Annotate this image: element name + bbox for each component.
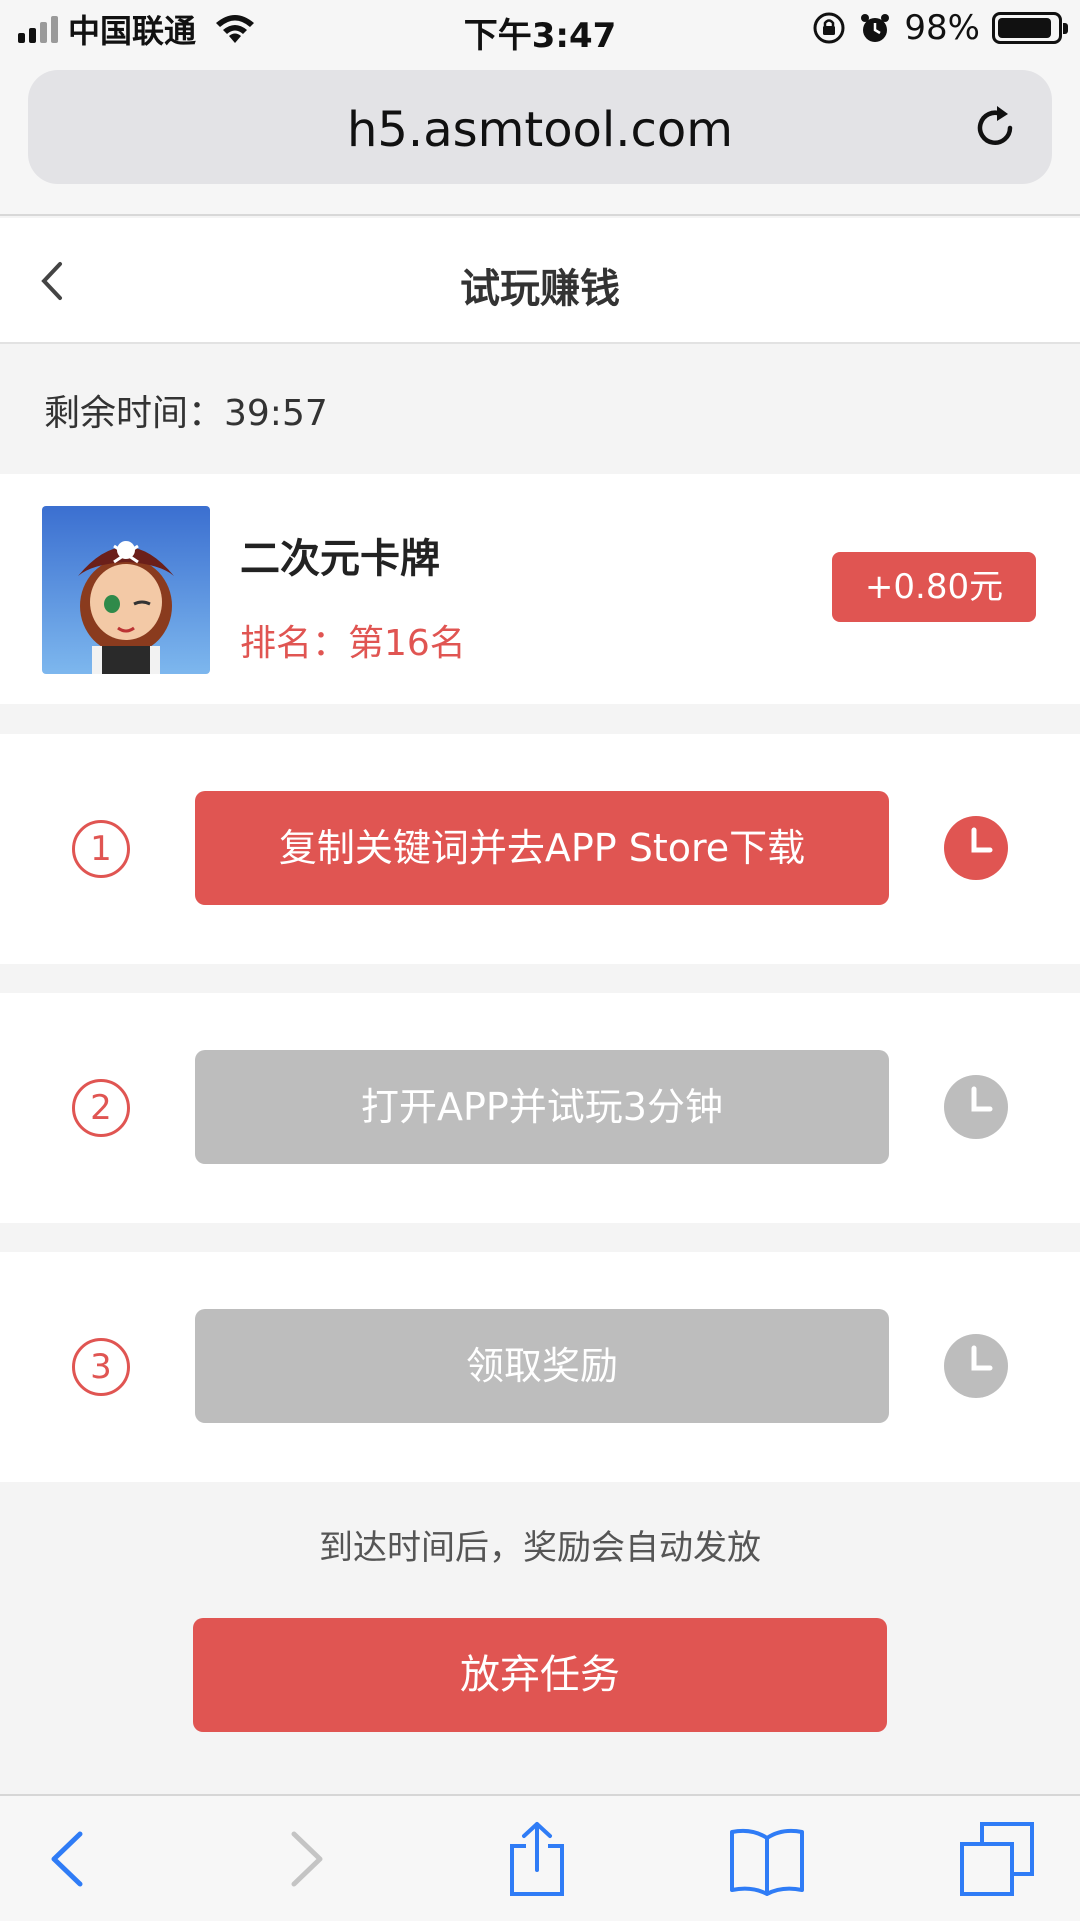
remaining-time-label: 剩余时间：39:57 [44, 393, 328, 434]
claim-reward-button[interactable]: 领取奖励 [195, 1309, 889, 1423]
browser-url-area: h5.asmtool.com [0, 60, 1080, 216]
share-icon[interactable] [498, 1820, 576, 1898]
step-row-3: 3 领取奖励 [0, 1252, 1080, 1482]
step-number: 1 [72, 820, 130, 878]
reward-badge: +0.80元 [832, 552, 1036, 622]
clock-icon [944, 1334, 1008, 1398]
status-bar: 中国联通 下午3:47 98% [0, 0, 1080, 60]
alarm-icon [861, 14, 890, 42]
open-app-trial-button[interactable]: 打开APP并试玩3分钟 [195, 1050, 889, 1164]
bookmarks-icon[interactable] [728, 1820, 806, 1898]
address-bar[interactable]: h5.asmtool.com [28, 70, 1052, 184]
abandon-task-button[interactable]: 放弃任务 [193, 1618, 887, 1732]
step-row-2: 2 打开APP并试玩3分钟 [0, 993, 1080, 1223]
game-card: 二次元卡牌 排名：第16名 +0.80元 [0, 474, 1080, 704]
game-rank: 排名：第16名 [240, 623, 466, 664]
orientation-lock-icon [813, 12, 845, 44]
copy-keyword-download-button[interactable]: 复制关键词并去APP Store下载 [195, 791, 889, 905]
battery-percent: 98% [904, 8, 980, 48]
clock-icon [944, 816, 1008, 880]
step-number: 2 [72, 1079, 130, 1137]
reload-icon[interactable] [970, 102, 1022, 154]
remaining-time-bar: 剩余时间：39:57 [0, 346, 1080, 472]
nav-header: 试玩赚钱 [0, 218, 1080, 344]
auto-reward-note: 到达时间后，奖励会自动发放 [319, 1528, 761, 1568]
step-number: 3 [72, 1338, 130, 1396]
page-title: 试玩赚钱 [460, 266, 620, 312]
back-icon[interactable] [30, 1820, 108, 1898]
browser-toolbar [0, 1794, 1080, 1921]
status-right: 98% [812, 8, 1068, 48]
game-name: 二次元卡牌 [240, 536, 440, 582]
forward-icon[interactable] [266, 1820, 344, 1898]
url-text[interactable]: h5.asmtool.com [28, 102, 1052, 158]
clock-icon [944, 1075, 1008, 1139]
step-row-1: 1 复制关键词并去APP Store下载 [0, 734, 1080, 964]
battery-icon [992, 12, 1068, 44]
game-icon [42, 506, 210, 674]
tabs-icon[interactable] [958, 1820, 1036, 1898]
